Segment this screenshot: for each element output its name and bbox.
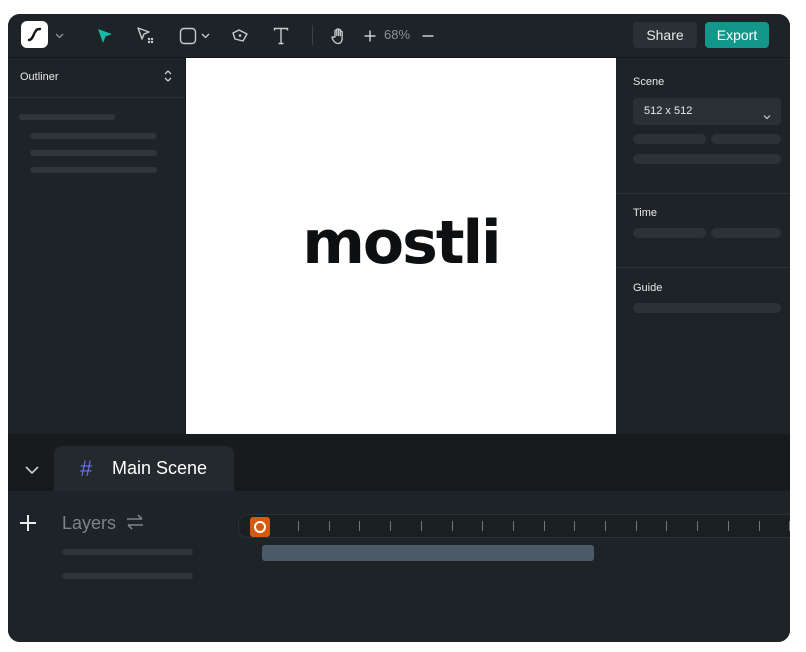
- time-field-placeholder: [633, 228, 706, 238]
- timeline-ruler[interactable]: [238, 514, 790, 538]
- toolbar: 68% Share Export: [8, 14, 790, 58]
- timeline-tick: [543, 521, 545, 531]
- outliner-title: Outliner: [20, 71, 59, 83]
- artboard-canvas[interactable]: mostli: [186, 58, 616, 434]
- chevron-down-icon[interactable]: [24, 462, 40, 480]
- outliner-placeholder-row: [30, 133, 157, 139]
- sort-icon[interactable]: [163, 69, 173, 88]
- tab-main-scene[interactable]: # Main Scene: [54, 446, 234, 491]
- scene-field-placeholder: [711, 134, 781, 144]
- time-field-placeholder: [711, 228, 781, 238]
- timeline-tick: [512, 521, 514, 531]
- swap-icon[interactable]: [125, 513, 145, 536]
- share-button[interactable]: Share: [633, 22, 697, 48]
- timeline-tick: [359, 521, 361, 531]
- hand-tool-icon[interactable]: [328, 14, 350, 57]
- export-button[interactable]: Export: [705, 22, 769, 48]
- guide-field-placeholder: [633, 303, 781, 313]
- layers-label: Layers: [62, 513, 117, 533]
- editor-window: 68% Share Export Outliner mostli Scene 5…: [8, 14, 790, 642]
- layer-placeholder-row: [62, 573, 193, 579]
- timeline-tick: [298, 521, 299, 531]
- playhead-ring: [254, 521, 266, 533]
- timeline-tick: [574, 521, 576, 531]
- timeline-tick: [420, 521, 422, 531]
- timeline-tick: [482, 521, 484, 531]
- keyframe-track-bar[interactable]: [262, 545, 594, 561]
- zoom-in-icon[interactable]: [361, 14, 379, 57]
- pen-tool-icon[interactable]: [135, 14, 157, 57]
- timeline-tick: [666, 521, 668, 531]
- timeline-tick: [451, 521, 453, 531]
- outliner-placeholder-row: [30, 150, 157, 156]
- timeline-panel: Layers: [8, 491, 790, 642]
- timeline-tick: [727, 521, 729, 531]
- timeline-tick: [635, 521, 637, 531]
- outliner-placeholder-row: [30, 167, 157, 173]
- plus-icon[interactable]: [18, 513, 38, 538]
- outliner-header: Outliner: [8, 58, 185, 98]
- timeline-tick: [697, 521, 699, 531]
- properties-panel: Scene 512 x 512 Time Guide: [616, 58, 790, 434]
- logo-chevron-down-icon[interactable]: [52, 14, 66, 57]
- outliner-placeholder-row: [19, 114, 115, 120]
- select-tool-icon[interactable]: [94, 14, 116, 57]
- scene-hash-icon: #: [80, 456, 93, 481]
- zoom-level[interactable]: 68%: [384, 27, 410, 42]
- canvas-wordmark[interactable]: mostli: [186, 208, 616, 278]
- toolbar-divider: [312, 25, 313, 45]
- scene-tab-label: Main Scene: [112, 458, 208, 478]
- layer-placeholder-row: [62, 549, 193, 555]
- timeline-tick: [390, 521, 392, 531]
- timeline-tick: [605, 521, 606, 531]
- zoom-out-icon[interactable]: [419, 14, 437, 57]
- scene-tab-bar: # Main Scene: [8, 434, 790, 491]
- chevron-down-icon: [763, 107, 771, 125]
- time-title: Time: [633, 207, 658, 219]
- scene-title: Scene: [633, 76, 665, 88]
- timeline-tick: [789, 521, 790, 531]
- shape-tool-icon[interactable]: [178, 14, 198, 57]
- timeline-tick: [758, 521, 760, 531]
- rive-logo-icon[interactable]: [21, 21, 48, 48]
- guide-section: Guide: [616, 268, 790, 434]
- scene-size-value: 512 x 512: [644, 105, 693, 117]
- scene-size-select[interactable]: 512 x 512: [633, 98, 781, 125]
- bone-tool-icon[interactable]: [229, 14, 251, 57]
- playhead-handle[interactable]: [250, 517, 270, 537]
- guide-title: Guide: [633, 282, 663, 294]
- scene-field-placeholder: [633, 154, 781, 164]
- text-tool-icon[interactable]: [271, 14, 291, 57]
- shape-chevron-down-icon[interactable]: [199, 14, 211, 57]
- scene-section: Scene 512 x 512: [616, 58, 790, 194]
- timeline-tick: [328, 521, 330, 531]
- outliner-panel: Outliner: [8, 58, 186, 434]
- time-section: Time: [616, 194, 790, 268]
- scene-field-placeholder: [633, 134, 706, 144]
